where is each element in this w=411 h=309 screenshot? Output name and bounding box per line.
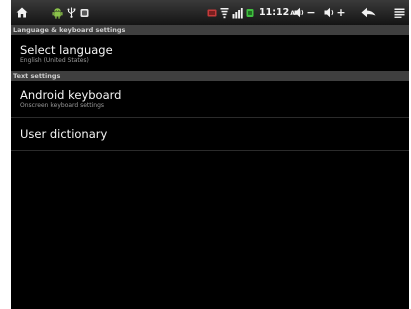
section-header-text: Text settings xyxy=(11,71,409,81)
home-icon[interactable] xyxy=(15,0,29,25)
volume-down-sign: − xyxy=(306,6,316,19)
sim-icon xyxy=(231,0,243,25)
section-header-language: Language & keyboard settings xyxy=(11,25,409,35)
wifi-icon xyxy=(219,0,229,25)
select-language-summary: English (United States) xyxy=(20,57,89,64)
settings-screen: 11:12AM − + xyxy=(11,0,409,309)
android-robot-icon xyxy=(51,0,63,25)
android-keyboard-summary: Onscreen keyboard settings xyxy=(20,102,105,109)
volume-down-button[interactable]: − xyxy=(294,0,316,25)
volume-up-sign: + xyxy=(336,6,346,19)
android-keyboard-item[interactable]: Android keyboard Onscreen keyboard setti… xyxy=(11,81,409,116)
menu-icon xyxy=(394,8,404,18)
android-keyboard-title: Android keyboard xyxy=(20,88,122,102)
volume-down-icon xyxy=(294,7,304,18)
user-dictionary-title: User dictionary xyxy=(20,127,108,141)
user-dictionary-item[interactable]: User dictionary xyxy=(11,118,409,150)
menu-button[interactable] xyxy=(393,0,405,25)
back-button[interactable] xyxy=(360,0,376,25)
back-arrow-icon xyxy=(361,7,375,18)
select-language-item[interactable]: Select language English (United States) xyxy=(11,35,409,70)
volume-up-icon xyxy=(324,7,334,18)
clock-time: 11:12 xyxy=(259,7,290,18)
battery-icon xyxy=(246,0,254,25)
usb-icon xyxy=(66,0,76,25)
sd-card-icon xyxy=(207,0,217,25)
list-divider xyxy=(11,150,409,151)
select-language-title: Select language xyxy=(20,43,113,57)
notification-icon xyxy=(79,0,89,25)
status-bar: 11:12AM − + xyxy=(11,0,409,25)
volume-up-button[interactable]: + xyxy=(324,0,346,25)
